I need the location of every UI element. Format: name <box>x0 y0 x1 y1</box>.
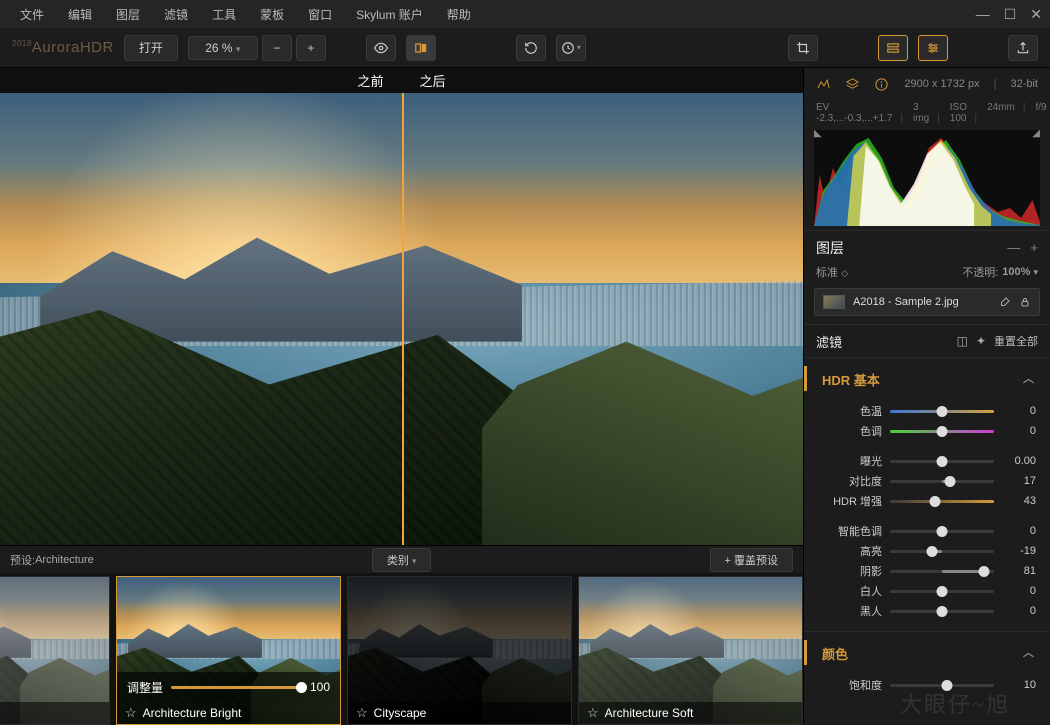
minimize-icon[interactable]: — <box>976 6 990 23</box>
star-icon[interactable]: ☆ <box>587 705 599 721</box>
menu-account[interactable]: Skylum 账户 <box>344 2 435 27</box>
slider-contrast[interactable]: 对比度17 <box>804 471 1036 491</box>
zoom-dropdown[interactable]: 26 % ▾ <box>188 36 258 60</box>
slider-tint[interactable]: 色调0 <box>804 421 1036 441</box>
before-label: 之前 <box>0 68 402 93</box>
image-dimensions: 2900 x 1732 px <box>904 78 979 90</box>
chevron-up-icon: ︿ <box>1023 370 1034 386</box>
compare-split-handle[interactable] <box>402 93 404 545</box>
zoom-out-button[interactable]: − <box>262 35 292 61</box>
preset-category-label: Architecture <box>35 554 94 566</box>
preset-strip[interactable]: ☆tic 调整量100 ☆ Architecture Bright ☆ Citysc… <box>0 573 803 725</box>
layers-tab-icon[interactable] <box>845 77 860 92</box>
star-icon[interactable]: ☆ <box>356 705 368 721</box>
after-pane <box>402 93 804 545</box>
image-canvas[interactable] <box>0 93 803 545</box>
preset-bar: 预设: Architecture 类别 ▾ + 覆盖预设 <box>0 545 803 573</box>
crop-button[interactable] <box>788 35 818 61</box>
slider-blacks[interactable]: 黑人0 <box>804 601 1036 621</box>
panel-tabs: 2900 x 1732 px | 32-bit <box>804 68 1050 100</box>
after-label: 之后 <box>402 68 804 93</box>
undo-button[interactable] <box>516 35 546 61</box>
reset-all-button[interactable]: 重置全部 <box>994 333 1038 349</box>
slider-saturation[interactable]: 饱和度10 <box>804 675 1036 695</box>
slider-list-color: 饱和度10 <box>804 673 1050 705</box>
layer-blend-row: 标准 ◇ 不透明: 100% ▾ <box>804 264 1050 288</box>
category-dropdown[interactable]: 类别 ▾ <box>372 548 432 572</box>
slider-shadows[interactable]: 阴影81 <box>804 561 1036 581</box>
zoom-controls: 26 % ▾ − + <box>188 35 326 61</box>
slider-whites[interactable]: 白人0 <box>804 581 1036 601</box>
open-button[interactable]: 打开 <box>124 35 178 61</box>
slider-highlights[interactable]: 高亮-19 <box>804 541 1036 561</box>
chevron-up-icon: ︿ <box>1023 644 1034 660</box>
menu-filters[interactable]: 滤镜 <box>152 2 200 27</box>
layer-filename: A2018 - Sample 2.jpg <box>853 296 991 308</box>
maximize-icon[interactable]: ☐ <box>1004 6 1017 23</box>
layer-item[interactable]: A2018 - Sample 2.jpg <box>814 288 1040 316</box>
preset-thumb[interactable]: ☆tic <box>0 576 110 725</box>
add-layer-icon[interactable]: + <box>1030 240 1038 255</box>
menu-tools[interactable]: 工具 <box>200 2 248 27</box>
menu-help[interactable]: 帮助 <box>435 2 483 27</box>
presets-panel-button[interactable] <box>878 35 908 61</box>
histogram-tab-icon[interactable] <box>816 77 831 92</box>
preset-name: Cityscape <box>374 706 427 720</box>
slider-hdr-enhance[interactable]: HDR 增强43 <box>804 491 1036 511</box>
brush-icon[interactable] <box>999 296 1011 308</box>
preview-toggle[interactable] <box>366 35 396 61</box>
close-icon[interactable]: ✕ <box>1030 6 1042 23</box>
slider-temperature[interactable]: 色温0 <box>804 401 1036 421</box>
overlay-preset-button[interactable]: + 覆盖预设 <box>710 548 793 572</box>
viewport-column: 之前 之后 预设: Architecture 类别 ▾ + 覆盖预设 ☆tic <box>0 68 803 725</box>
collapse-layers-icon[interactable]: — <box>1007 240 1020 255</box>
filters-panel-button[interactable] <box>918 35 948 61</box>
layer-thumb-icon <box>823 295 845 309</box>
window-controls: — ☐ ✕ <box>976 6 1042 23</box>
menu-layers[interactable]: 图层 <box>104 2 152 27</box>
preset-name: Architecture Soft <box>605 706 694 720</box>
preset-thumb[interactable]: ☆ Cityscape <box>347 576 572 725</box>
opacity-label: 不透明: <box>962 264 998 280</box>
menu-mask[interactable]: 蒙板 <box>248 2 296 27</box>
compare-labels: 之前 之后 <box>0 68 803 93</box>
meta-row: EV -2.3,...-0.3,...+1.73 imgISO 10024mmf… <box>804 100 1050 130</box>
app-logo: 2018AuroraHDR <box>12 39 114 56</box>
menu-file[interactable]: 文件 <box>8 2 56 27</box>
slider-list: 色温0 色调0 曝光0.00 对比度17 HDR 增强43 智能色调0 高亮-1… <box>804 399 1050 631</box>
compare-filter-icon[interactable]: ◫ <box>957 334 968 348</box>
side-panel: 2900 x 1732 px | 32-bit EV -2.3,...-0.3,… <box>803 68 1050 725</box>
toolbar: 2018AuroraHDR 打开 26 % ▾ − + ▾ <box>0 28 1050 68</box>
lock-icon[interactable] <box>1019 296 1031 308</box>
export-button[interactable] <box>1008 35 1038 61</box>
layers-section-header: 图层 — + <box>804 230 1050 264</box>
blend-mode-dropdown[interactable]: 标准 ◇ <box>816 264 848 280</box>
preset-name: Architecture Bright <box>143 706 242 720</box>
reset-filter-icon[interactable]: ✦ <box>976 334 986 348</box>
info-tab-icon[interactable] <box>874 77 889 92</box>
image-bitdepth: 32-bit <box>1010 78 1038 90</box>
star-icon[interactable]: ☆ <box>125 705 137 721</box>
filter-group-color[interactable]: 颜色︿ <box>804 631 1050 673</box>
menu-bar: 文件 编辑 图层 滤镜 工具 蒙板 窗口 Skylum 账户 帮助 — ☐ ✕ <box>0 0 1050 28</box>
preset-thumb-selected[interactable]: 调整量100 ☆ Architecture Bright <box>116 576 341 725</box>
opacity-dropdown[interactable]: 100% ▾ <box>1002 266 1038 278</box>
slider-exposure[interactable]: 曝光0.00 <box>804 451 1036 471</box>
slider-smart-tone[interactable]: 智能色调0 <box>804 521 1036 541</box>
filters-section-header: 滤镜 ◫ ✦ 重置全部 <box>804 324 1050 358</box>
preset-amount-slider[interactable]: 调整量100 <box>117 672 340 702</box>
menu-window[interactable]: 窗口 <box>296 2 344 27</box>
compare-toggle[interactable] <box>406 35 436 61</box>
presets-label: 预设: <box>10 552 35 568</box>
zoom-in-button[interactable]: + <box>296 35 326 61</box>
preset-thumb[interactable]: ☆ Architecture Soft <box>578 576 803 725</box>
menu-edit[interactable]: 编辑 <box>56 2 104 27</box>
filter-group-hdr-basic[interactable]: HDR 基本︿ <box>804 358 1050 399</box>
history-button[interactable]: ▾ <box>556 35 586 61</box>
histogram[interactable]: ◣ ◢ <box>814 130 1040 226</box>
